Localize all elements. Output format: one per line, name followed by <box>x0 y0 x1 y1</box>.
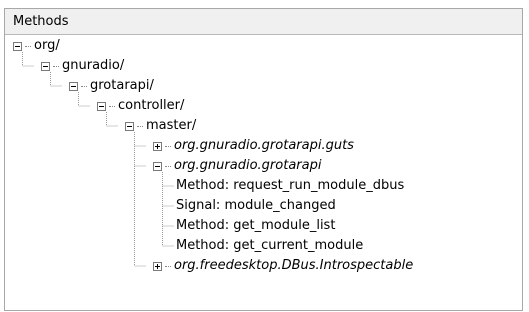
tree-node-label: grotarapi/ <box>90 78 154 93</box>
tree-node-label: org/ <box>34 38 60 53</box>
tree-node-method-get-module-list[interactable]: Method: get_module_list <box>176 216 335 236</box>
tree-node-interface-grotarapi[interactable]: org.gnuradio.grotarapi <box>153 156 321 176</box>
methods-panel: Methods org/ gnuradio/ grotarapi/ contro… <box>4 8 523 311</box>
methods-header[interactable]: Methods <box>5 9 522 35</box>
tree-node-master[interactable]: master/ <box>125 116 196 136</box>
tree-connector <box>165 145 171 147</box>
tree-connector <box>53 65 59 67</box>
tree-node-grotarapi[interactable]: grotarapi/ <box>69 76 154 96</box>
collapse-toggle-icon[interactable] <box>69 81 78 91</box>
collapse-toggle-icon[interactable] <box>41 61 50 71</box>
tree-connector <box>109 105 115 107</box>
tree-node-label: Signal: module_changed <box>176 198 336 213</box>
tree-connector <box>165 265 171 267</box>
collapse-toggle-icon[interactable] <box>13 41 22 51</box>
tree-node-label: Method: get_module_list <box>176 218 336 233</box>
tree-connector <box>81 85 87 87</box>
tree-node-label: org.freedesktop.DBus.Introspectable <box>174 258 414 273</box>
tree-node-signal-module-changed[interactable]: Signal: module_changed <box>176 196 336 216</box>
collapse-toggle-icon[interactable] <box>153 161 162 171</box>
tree-node-method-get-current-module[interactable]: Method: get_current_module <box>176 236 363 256</box>
tree-node-interface-introspectable[interactable]: org.freedesktop.DBus.Introspectable <box>153 256 413 276</box>
tree-node-label: Method: request_run_module_dbus <box>176 178 405 193</box>
collapse-toggle-icon[interactable] <box>97 101 106 111</box>
expand-toggle-icon[interactable] <box>153 261 162 271</box>
collapse-toggle-icon[interactable] <box>125 121 134 131</box>
expand-toggle-icon[interactable] <box>153 141 162 151</box>
tree-connector <box>25 45 31 47</box>
tree-connector <box>137 125 143 127</box>
methods-header-label: Methods <box>13 14 69 29</box>
tree-node-controller[interactable]: controller/ <box>97 96 184 116</box>
tree-connector <box>165 165 171 167</box>
tree-node-label: master/ <box>146 118 197 133</box>
tree-node-label: Method: get_current_module <box>176 238 364 253</box>
tree-node-label: org.gnuradio.grotarapi.guts <box>174 138 354 153</box>
tree-node-label: controller/ <box>118 98 185 113</box>
tree-node-label: gnuradio/ <box>62 58 125 73</box>
tree-node-interface-guts[interactable]: org.gnuradio.grotarapi.guts <box>153 136 354 156</box>
methods-tree[interactable]: org/ gnuradio/ grotarapi/ controller/ ma… <box>5 35 522 311</box>
tree-node-label: org.gnuradio.grotarapi <box>174 158 322 173</box>
tree-node-org[interactable]: org/ <box>13 36 60 56</box>
tree-node-method-request-run-module-dbus[interactable]: Method: request_run_module_dbus <box>176 176 404 196</box>
tree-node-gnuradio[interactable]: gnuradio/ <box>41 56 124 76</box>
